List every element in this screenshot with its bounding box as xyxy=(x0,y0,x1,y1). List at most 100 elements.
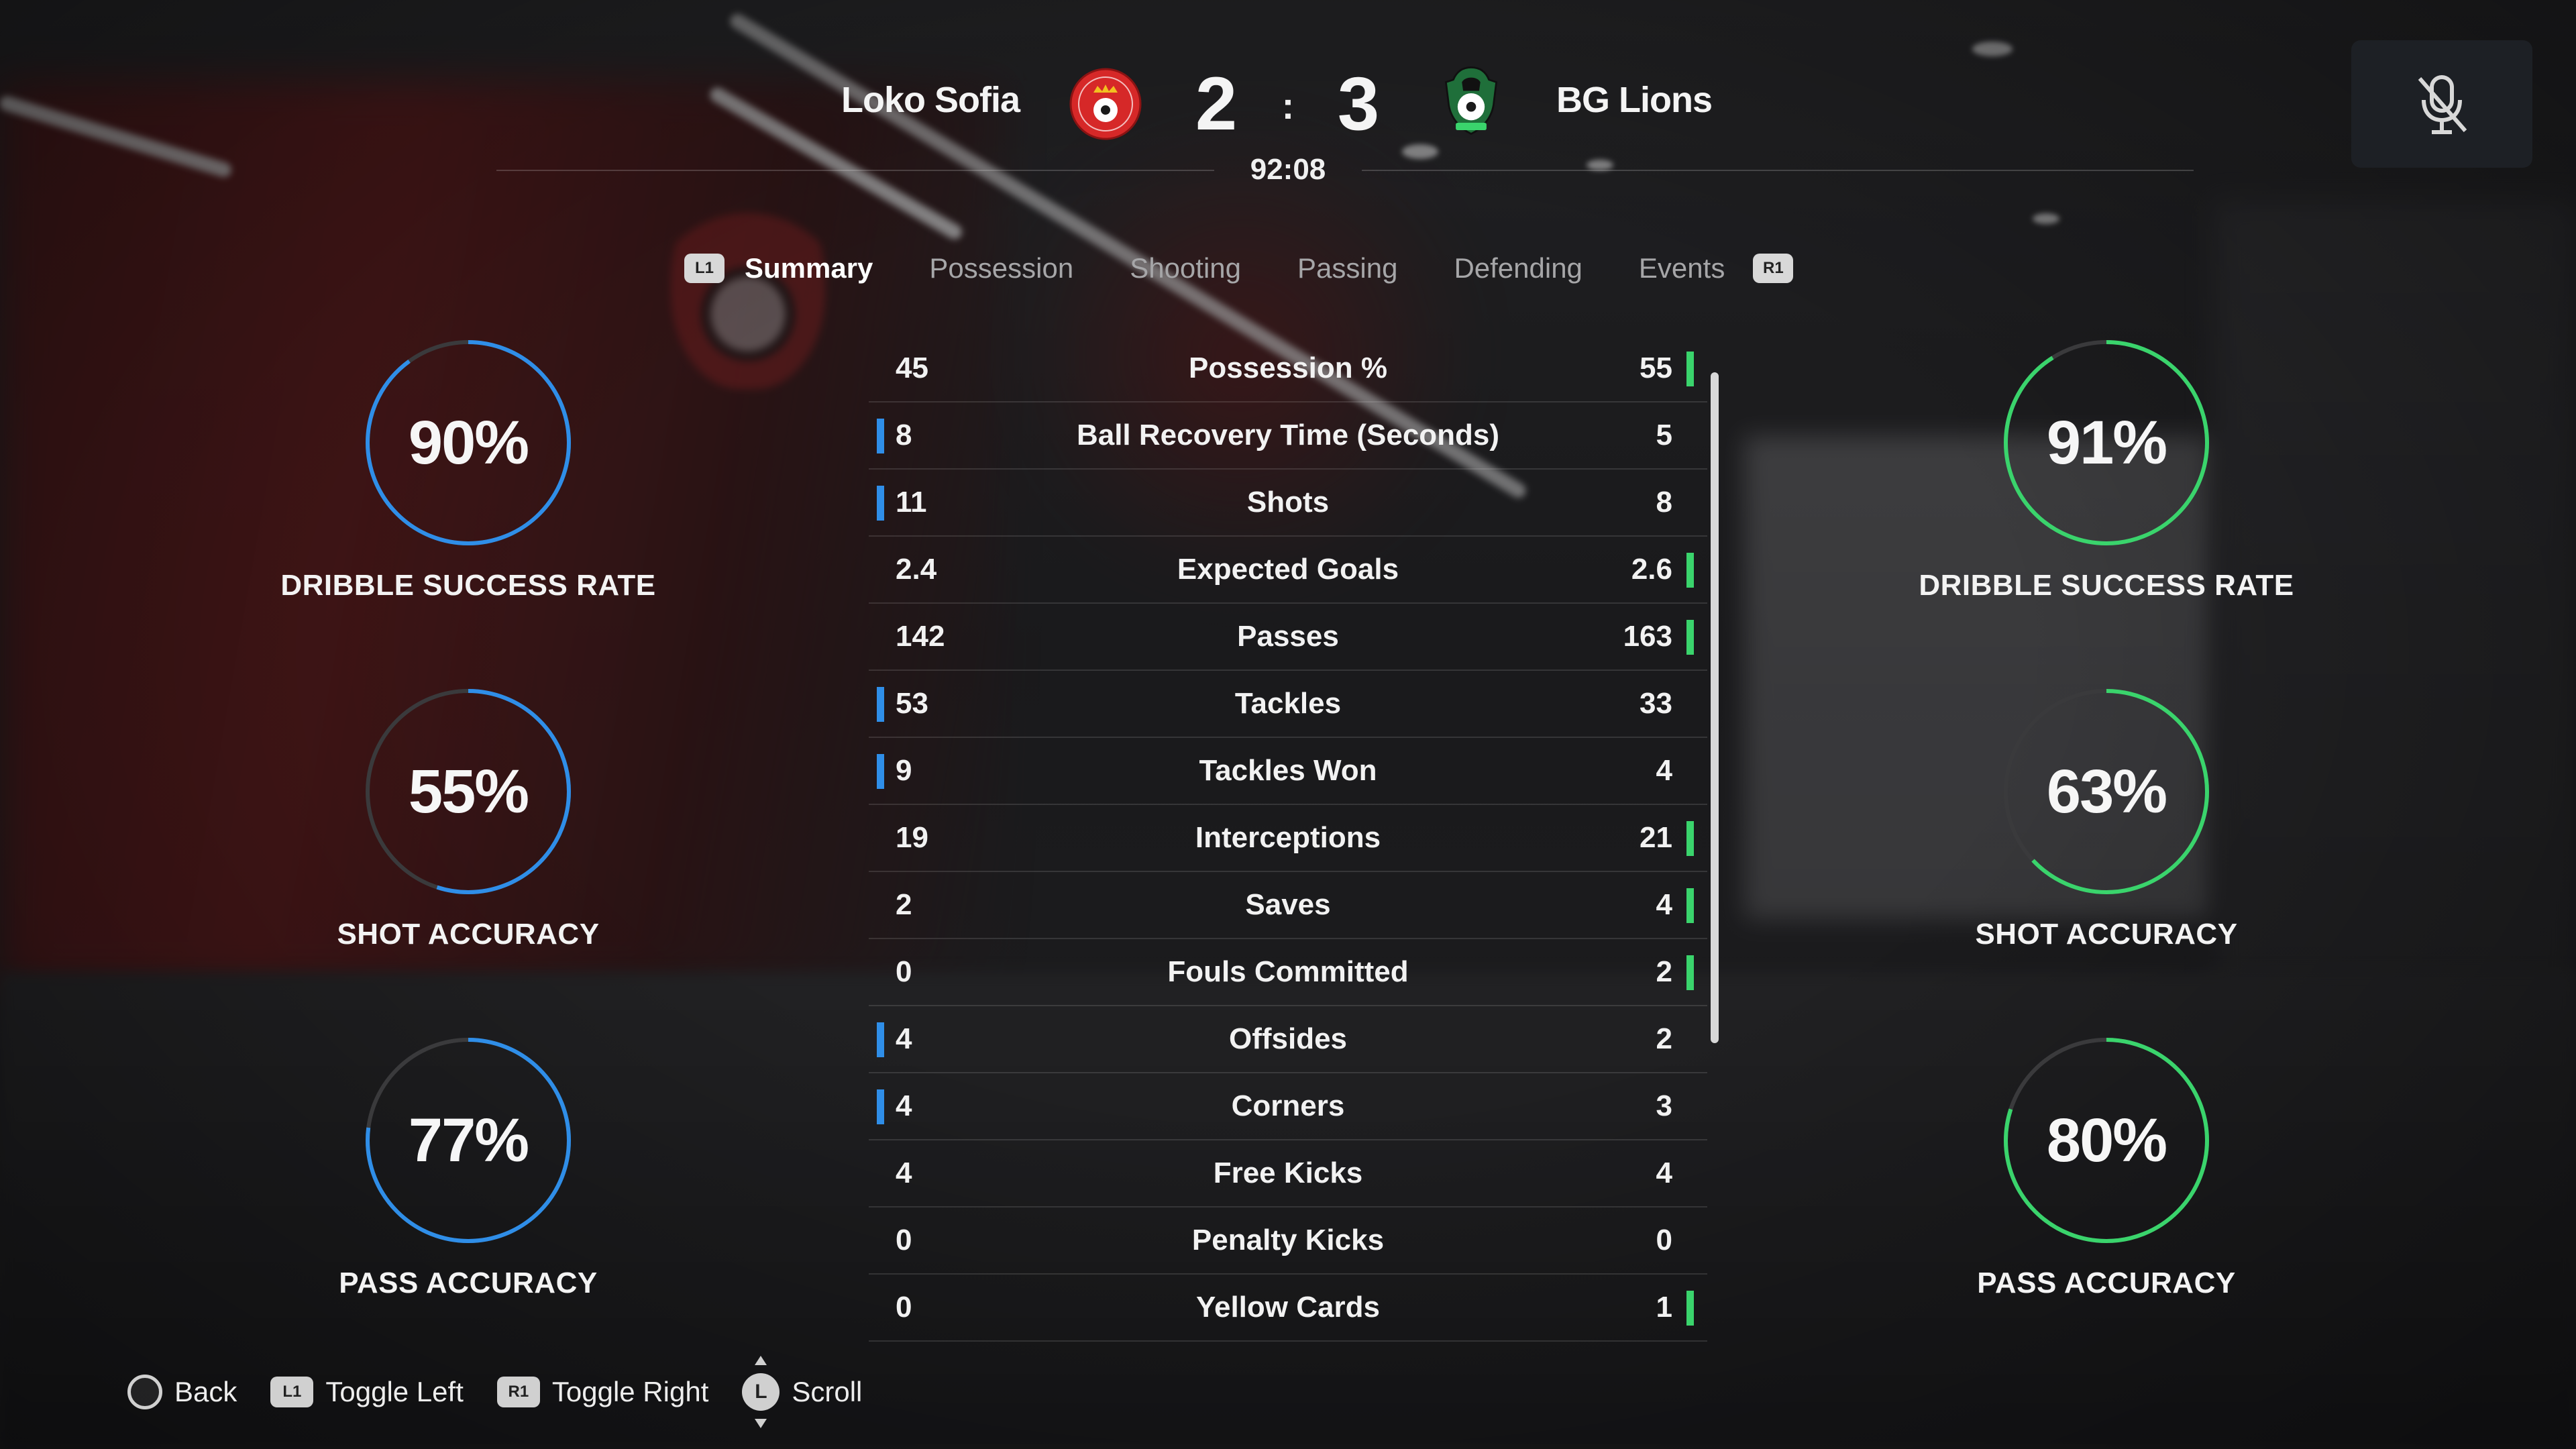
stat-row-shots: 11 Shots 8 xyxy=(869,470,1707,537)
stat-row-interceptions: 19 Interceptions 21 xyxy=(869,805,1707,872)
toggle-left-hint[interactable]: L1 Toggle Left xyxy=(270,1376,464,1408)
stat-row-expected-goals: 2.4 Expected Goals 2.6 xyxy=(869,537,1707,604)
tab-shooting[interactable]: Shooting xyxy=(1130,252,1241,284)
away-stat-value: 4 xyxy=(1656,888,1672,921)
stat-row-free-kicks: 4 Free Kicks 4 xyxy=(869,1140,1707,1208)
tab-events[interactable]: Events xyxy=(1639,252,1725,284)
score-separator: : xyxy=(1281,85,1295,127)
away-leader-bar xyxy=(1686,553,1694,588)
away-pass-accuracy-stat: 80% PASS ACCURACY xyxy=(1898,1033,2314,1300)
stat-row-tackles-won: 9 Tackles Won 4 xyxy=(869,738,1707,805)
away-team-name: BG Lions xyxy=(1556,80,1713,120)
stat-label: Free Kicks xyxy=(1213,1157,1363,1189)
stat-row-corners: 4 Corners 3 xyxy=(869,1073,1707,1140)
home-dribble-success-stat: 90% DRIBBLE SUCCESS RATE xyxy=(260,335,676,602)
stat-label: Expected Goals xyxy=(1177,553,1399,586)
away-pass-accuracy-ring: 80% xyxy=(1999,1033,2214,1248)
away-stat-value: 21 xyxy=(1640,821,1672,854)
away-stat-value: 5 xyxy=(1656,419,1672,451)
ring-percentage-value: 91% xyxy=(2046,408,2167,477)
scroll-label: Scroll xyxy=(792,1376,863,1407)
header-divider-left xyxy=(496,170,1214,171)
stat-row-possession: 45 Possession % 55 xyxy=(869,335,1707,402)
button-hints-bar: Back L1 Toggle Left R1 Toggle Right L Sc… xyxy=(127,1356,896,1428)
stat-row-ball-recovery-time-seconds: 8 Ball Recovery Time (Seconds) 5 xyxy=(869,402,1707,470)
stat-row-fouls-committed: 0 Fouls Committed 2 xyxy=(869,939,1707,1006)
away-shot-accuracy-label: SHOT ACCURACY xyxy=(1975,918,2238,951)
stat-label: Shots xyxy=(1246,486,1330,519)
away-pass-accuracy-label: PASS ACCURACY xyxy=(1977,1267,2236,1299)
scroll-hint[interactable]: L Scroll xyxy=(742,1356,863,1428)
toggle-right-label: Toggle Right xyxy=(551,1376,709,1407)
r1-hint-icon: R1 xyxy=(496,1377,540,1407)
ring-percentage-value: 77% xyxy=(408,1106,529,1175)
back-hint[interactable]: Back xyxy=(127,1375,237,1409)
home-leader-bar xyxy=(877,1089,884,1124)
home-stat-value: 0 xyxy=(896,955,912,988)
tab-summary[interactable]: Summary xyxy=(745,252,873,284)
home-stat-value: 4 xyxy=(896,1089,912,1122)
home-leader-bar xyxy=(877,754,884,789)
tab-possession[interactable]: Possession xyxy=(929,252,1073,284)
stat-row-yellow-cards: 0 Yellow Cards 1 xyxy=(869,1275,1707,1342)
mute-microphone-button[interactable] xyxy=(2351,40,2532,168)
l1-button-icon[interactable]: L1 xyxy=(684,254,724,283)
stat-label: Fouls Committed xyxy=(1167,955,1409,988)
away-leader-bar xyxy=(1686,620,1694,655)
home-leader-bar xyxy=(877,687,884,722)
stat-label: Interceptions xyxy=(1195,821,1381,854)
away-dribble-ring: 91% xyxy=(1999,335,2214,550)
home-team-crest-icon xyxy=(1069,68,1142,140)
stats-scrollbar[interactable] xyxy=(1711,372,1719,1043)
away-dribble-label: DRIBBLE SUCCESS RATE xyxy=(1919,569,2294,602)
ring-percentage-value: 90% xyxy=(408,408,529,477)
away-stat-value: 163 xyxy=(1623,620,1672,653)
ring-percentage-value: 63% xyxy=(2046,757,2167,826)
home-shot-accuracy-stat: 55% SHOT ACCURACY xyxy=(260,684,676,951)
stat-label: Tackles Won xyxy=(1199,754,1377,787)
away-stat-value: 4 xyxy=(1656,754,1672,787)
stat-row-offsides: 4 Offsides 2 xyxy=(869,1006,1707,1073)
ring-percentage-value: 55% xyxy=(408,757,529,826)
home-stat-value: 0 xyxy=(896,1291,912,1324)
away-leader-bar xyxy=(1686,821,1694,856)
away-stat-value: 4 xyxy=(1656,1157,1672,1189)
away-leader-bar xyxy=(1686,955,1694,990)
home-stat-value: 45 xyxy=(896,352,928,384)
away-leader-bar xyxy=(1686,1291,1694,1326)
away-stat-value: 0 xyxy=(1656,1224,1672,1256)
home-leader-bar xyxy=(877,419,884,453)
match-clock: 92:08 xyxy=(1250,153,1326,186)
home-stat-value: 4 xyxy=(896,1022,912,1055)
away-shot-accuracy-ring: 63% xyxy=(1999,684,2214,899)
stat-label: Ball Recovery Time (Seconds) xyxy=(1076,419,1500,451)
stats-table[interactable]: 45 Possession % 55 8 Ball Recovery Time (Sec… xyxy=(869,335,1707,1342)
tab-defending[interactable]: Defending xyxy=(1454,252,1582,284)
away-stat-value: 33 xyxy=(1640,687,1672,720)
home-dribble-label: DRIBBLE SUCCESS RATE xyxy=(280,569,656,602)
toggle-right-hint[interactable]: R1 Toggle Right xyxy=(496,1376,709,1408)
stat-label: Possession % xyxy=(1189,352,1387,384)
stat-label: Corners xyxy=(1231,1089,1345,1122)
away-stat-value: 2 xyxy=(1656,1022,1672,1055)
home-pass-accuracy-ring: 77% xyxy=(361,1033,576,1248)
away-stat-value: 2 xyxy=(1656,955,1672,988)
home-stat-value: 0 xyxy=(896,1224,912,1256)
home-shot-accuracy-label: SHOT ACCURACY xyxy=(337,918,600,951)
l1-hint-icon: L1 xyxy=(270,1377,314,1407)
home-shot-accuracy-ring: 55% xyxy=(361,684,576,899)
home-stat-value: 9 xyxy=(896,754,912,787)
stats-tab-bar: L1 Summary Possession Shooting Passing D… xyxy=(684,245,1794,292)
match-stats-screen: Loko Sofia 2 : 3 BG Lions 92:08 L1 Summa… xyxy=(0,0,2576,1449)
home-stat-value: 19 xyxy=(896,821,928,854)
away-stat-value: 3 xyxy=(1656,1089,1672,1122)
stat-label: Offsides xyxy=(1228,1022,1348,1055)
tab-passing[interactable]: Passing xyxy=(1297,252,1397,284)
r1-button-icon[interactable]: R1 xyxy=(1753,254,1794,283)
back-hint-label: Back xyxy=(174,1376,237,1407)
stat-label: Penalty Kicks xyxy=(1191,1224,1385,1256)
home-pass-accuracy-label: PASS ACCURACY xyxy=(339,1267,598,1299)
home-stat-value: 53 xyxy=(896,687,928,720)
home-stat-value: 2 xyxy=(896,888,912,921)
stat-label: Passes xyxy=(1237,620,1339,653)
